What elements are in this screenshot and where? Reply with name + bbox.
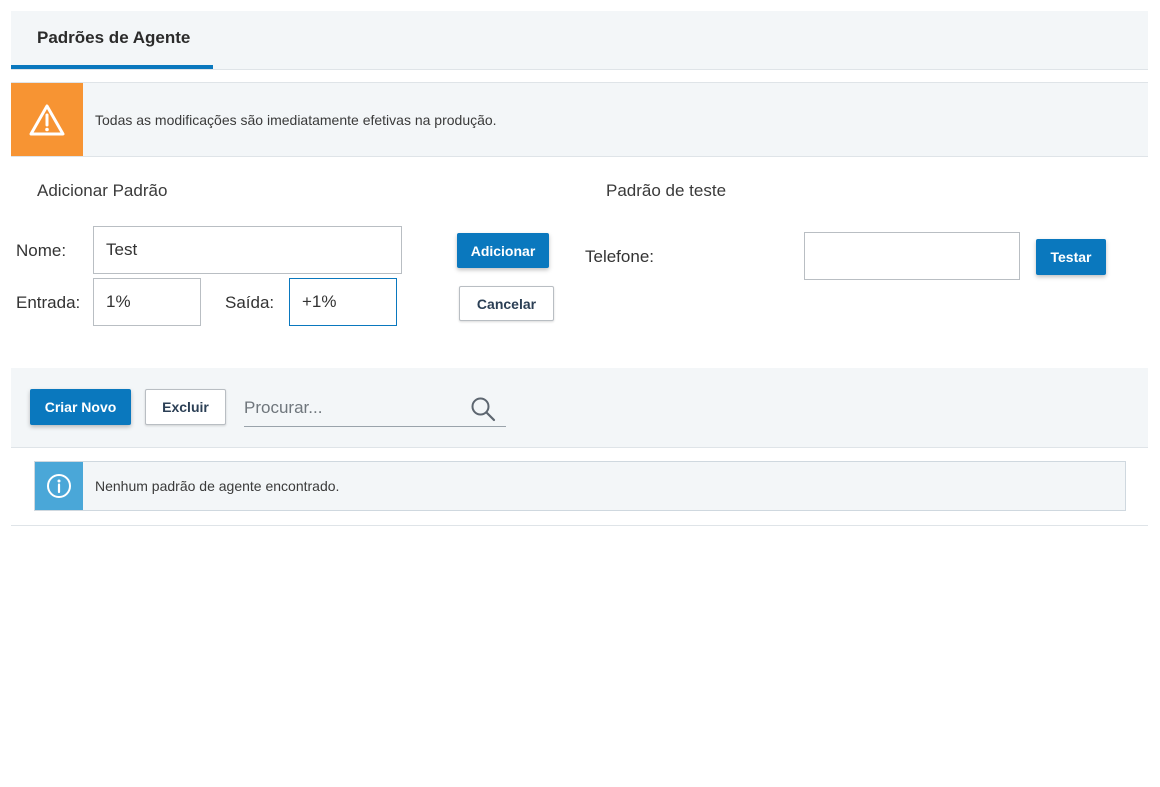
test-pattern-title: Padrão de teste (606, 181, 727, 200)
info-text: Nenhum padrão de agente encontrado. (95, 478, 340, 494)
search-input[interactable] (244, 390, 459, 426)
search-icon[interactable] (470, 396, 496, 422)
input-pattern-field[interactable] (93, 278, 201, 326)
divider (11, 525, 1148, 526)
phone-label: Telefone: (585, 247, 654, 266)
warning-icon (29, 104, 65, 135)
delete-button[interactable]: Excluir (145, 389, 226, 425)
search-box (244, 390, 506, 427)
cancel-button[interactable]: Cancelar (459, 286, 554, 321)
name-label: Nome: (16, 241, 67, 260)
warning-text: Todas as modificações são imediatamente … (95, 111, 497, 128)
test-button[interactable]: Testar (1036, 239, 1106, 275)
add-pattern-title: Adicionar Padrão (37, 181, 168, 200)
phone-input[interactable] (804, 232, 1020, 280)
info-banner: Nenhum padrão de agente encontrado. (34, 461, 1126, 511)
add-button[interactable]: Adicionar (457, 233, 549, 268)
output-pattern-field[interactable] (289, 278, 397, 326)
tab-bar: Padrões de Agente (11, 11, 1148, 70)
output-label: Saída: (225, 293, 275, 312)
warning-banner: Todas as modificações são imediatamente … (11, 82, 1148, 157)
create-new-button[interactable]: Criar Novo (30, 389, 131, 425)
info-icon-box (35, 462, 83, 510)
name-input[interactable] (93, 226, 402, 274)
info-icon (47, 474, 71, 498)
input-label: Entrada: (16, 293, 81, 312)
list-toolbar: Criar Novo Excluir (11, 368, 1148, 448)
tab-agent-patterns[interactable]: Padrões de Agente (11, 11, 213, 69)
warning-icon-box (11, 83, 83, 156)
